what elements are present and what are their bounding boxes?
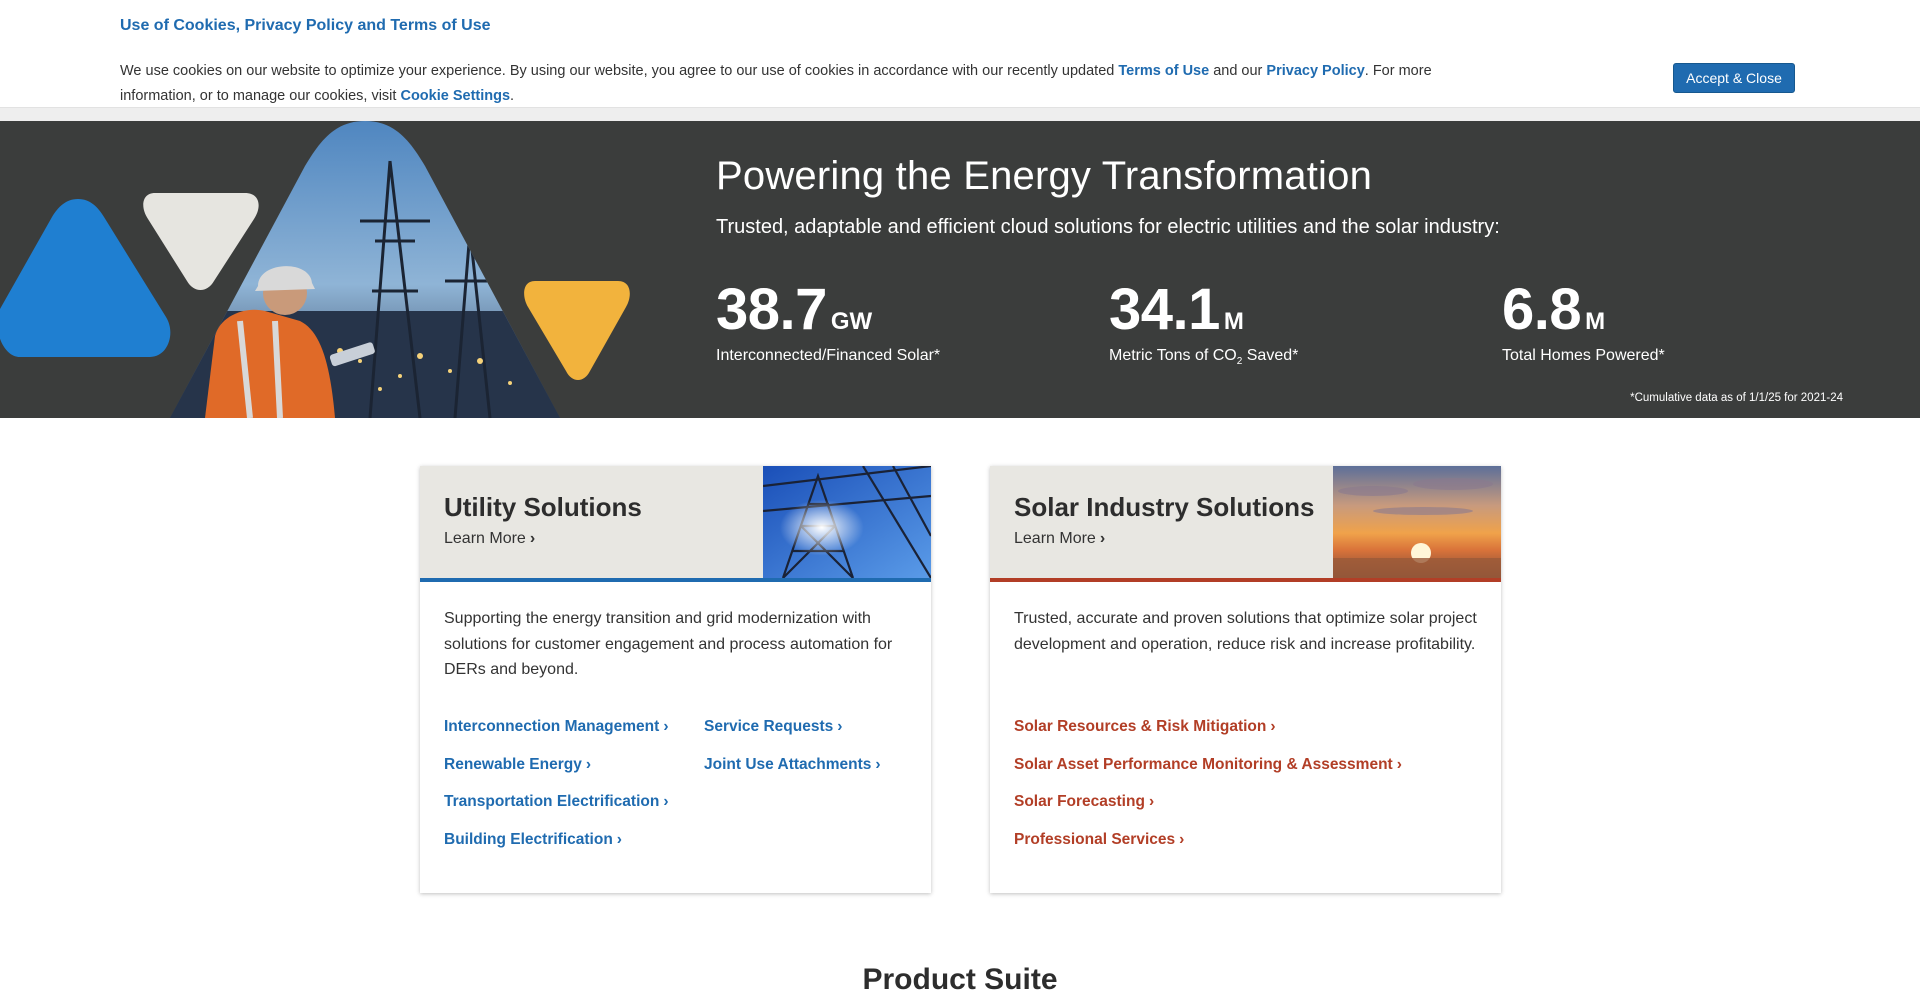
link-label: Joint Use Attachments — [704, 756, 872, 773]
stat-label: Interconnected/Financed Solar* — [716, 347, 941, 364]
card-description: Trusted, accurate and proven solutions t… — [1014, 610, 1477, 653]
chevron-right-icon: › — [1148, 793, 1155, 810]
chevron-right-icon: › — [585, 756, 591, 773]
terms-of-use-link[interactable]: Terms of Use — [1118, 63, 1209, 79]
hero-subtitle: Trusted, adaptable and efficient cloud s… — [716, 216, 1500, 238]
link-label: Professional Services — [1014, 831, 1176, 848]
chevron-right-icon: › — [837, 718, 843, 735]
stat-solar: 38.7 GW Interconnected/Financed Solar* — [716, 281, 940, 365]
link-label: Transportation Electrification — [444, 793, 660, 810]
link-label: Service Requests — [704, 718, 834, 735]
card-accent-bar — [420, 578, 931, 582]
chevron-right-icon: › — [1099, 530, 1106, 547]
card-title: Utility Solutions — [444, 492, 642, 522]
hero-triangle-art — [0, 121, 630, 418]
stat-value: 38.7 — [716, 277, 827, 342]
cookie-text-part: . — [510, 88, 515, 104]
power-tower-image — [763, 466, 931, 578]
solar-asset-performance-link[interactable]: Solar Asset Performance Monitoring & Ass… — [1014, 756, 1402, 774]
stat-value: 6.8 — [1502, 277, 1582, 342]
stat-value: 34.1 — [1109, 277, 1220, 342]
cookie-text-part: We use cookies on our website to optimiz… — [120, 63, 1119, 79]
card-title: Solar Industry Solutions — [1014, 492, 1315, 522]
chevron-right-icon: › — [663, 718, 669, 735]
stat-unit: M — [1223, 308, 1244, 335]
stat-unit: M — [1585, 308, 1606, 335]
chevron-right-icon: › — [529, 530, 536, 547]
stat-label-text: Saved* — [1242, 347, 1299, 364]
card-header: Utility Solutions Learn More › — [420, 466, 931, 582]
cookie-banner-title: Use of Cookies, Privacy Policy and Terms… — [120, 17, 491, 34]
chevron-right-icon: › — [875, 756, 881, 773]
service-requests-link[interactable]: Service Requests › — [704, 718, 842, 736]
interconnection-management-link[interactable]: Interconnection Management › — [444, 718, 668, 736]
transportation-electrification-link[interactable]: Transportation Electrification › — [444, 793, 668, 811]
learn-more-link[interactable]: Learn More › — [1014, 530, 1105, 548]
link-label: Solar Resources & Risk Mitigation — [1014, 718, 1267, 735]
header-strip — [0, 108, 1920, 121]
link-label: Renewable Energy — [444, 756, 582, 773]
building-electrification-link[interactable]: Building Electrification › — [444, 831, 622, 849]
stat-label: Metric Tons of CO2 Saved* — [1109, 347, 1298, 367]
chevron-right-icon: › — [1270, 718, 1276, 735]
link-label: Solar Forecasting — [1014, 793, 1145, 810]
learn-more-label: Learn More — [444, 530, 526, 547]
link-label: Building Electrification — [444, 831, 613, 848]
card-header: Solar Industry Solutions Learn More › — [990, 466, 1501, 582]
privacy-policy-link[interactable]: Privacy Policy — [1266, 63, 1364, 79]
accept-close-button[interactable]: Accept & Close — [1673, 63, 1795, 93]
chevron-right-icon: › — [1396, 756, 1402, 773]
solar-forecasting-link[interactable]: Solar Forecasting › — [1014, 793, 1154, 811]
sunset-image — [1333, 466, 1501, 578]
link-label: Interconnection Management — [444, 718, 660, 735]
stat-label-text: Metric Tons of CO — [1109, 347, 1237, 364]
stat-label: Total Homes Powered* — [1502, 347, 1665, 364]
renewable-energy-link[interactable]: Renewable Energy › — [444, 756, 591, 774]
cookie-settings-link[interactable]: Cookie Settings — [400, 88, 510, 104]
solar-industry-solutions-card: Solar Industry Solutions Learn More › Tru… — [990, 466, 1501, 893]
card-description: Supporting the energy transition and gri… — [444, 610, 893, 678]
cookie-banner: Use of Cookies, Privacy Policy and Terms… — [0, 0, 1920, 108]
hero-banner: Powering the Energy Transformation Trust… — [0, 121, 1920, 418]
product-suite-heading: Product Suite — [862, 963, 1058, 993]
cookie-banner-text: We use cookies on our website to optimiz… — [120, 59, 1450, 109]
learn-more-label: Learn More — [1014, 530, 1096, 547]
stat-unit: GW — [830, 308, 873, 335]
card-accent-bar — [990, 578, 1501, 582]
hero-title: Powering the Energy Transformation — [716, 154, 1373, 198]
chevron-right-icon: › — [616, 831, 622, 848]
link-label: Solar Asset Performance Monitoring & Ass… — [1014, 756, 1393, 773]
stat-homes: 6.8 M Total Homes Powered* — [1502, 281, 1665, 365]
chevron-right-icon: › — [663, 793, 669, 810]
joint-use-attachments-link[interactable]: Joint Use Attachments › — [704, 756, 881, 774]
cookie-text-part: and our — [1209, 63, 1267, 79]
chevron-right-icon: › — [1179, 831, 1185, 848]
professional-services-link[interactable]: Professional Services › — [1014, 831, 1184, 849]
solar-resources-link[interactable]: Solar Resources & Risk Mitigation › — [1014, 718, 1276, 736]
utility-solutions-card: Utility Solutions Learn More › Supporting… — [420, 466, 931, 893]
learn-more-link[interactable]: Learn More › — [444, 530, 535, 548]
stats-footnote: *Cumulative data as of 1/1/25 for 2021-2… — [1630, 392, 1843, 404]
stat-co2: 34.1 M Metric Tons of CO2 Saved* — [1109, 281, 1298, 368]
